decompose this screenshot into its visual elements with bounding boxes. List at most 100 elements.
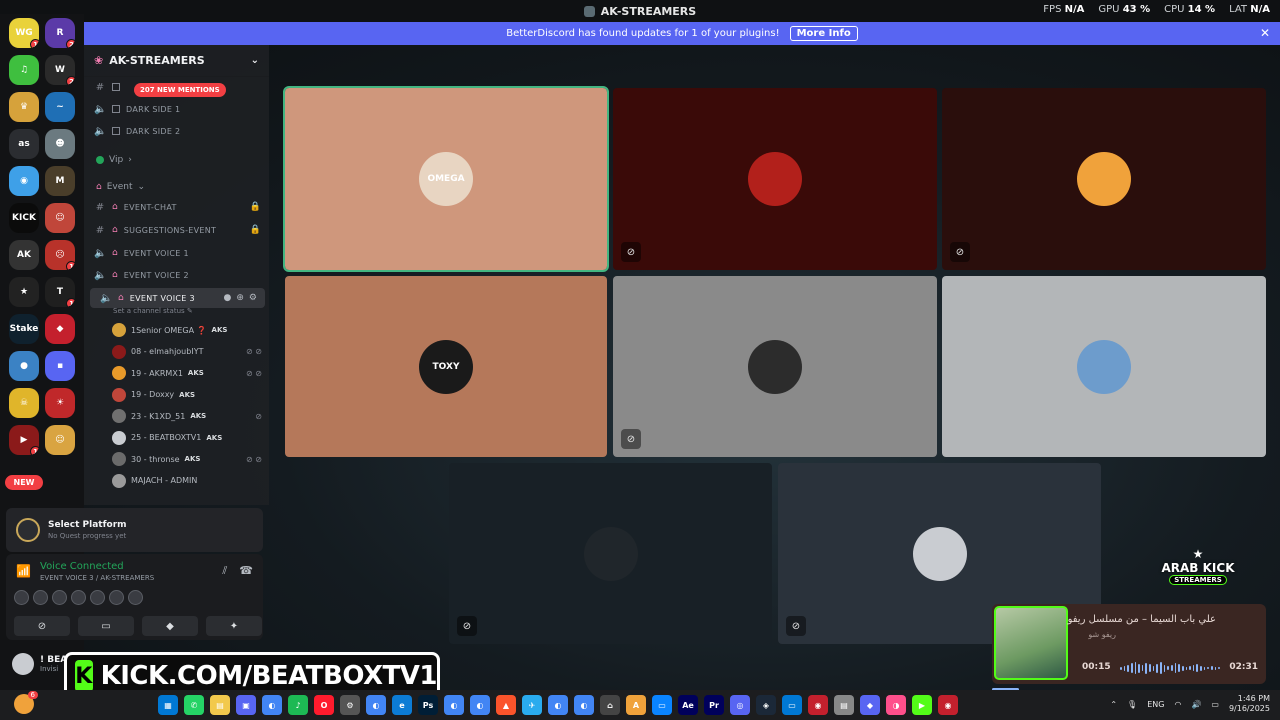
language-indicator[interactable]: ENG (1147, 700, 1164, 709)
activities-button[interactable]: ◆ (142, 616, 198, 636)
taskbar-app-icon[interactable]: ⌂ (600, 695, 620, 715)
taskbar-app-icon[interactable]: ▤ (210, 695, 230, 715)
audio-waveform[interactable] (1120, 662, 1220, 674)
microphone-icon[interactable]: 🎙 (1127, 700, 1137, 709)
server-icon[interactable]: ◉ (9, 166, 39, 196)
voice-user[interactable]: 19 - AKRMX1 AKS ⊘ ⊘ (112, 364, 262, 382)
voice-user[interactable]: 25 - BEATBOXTV1 AKS (112, 429, 262, 447)
taskbar-app-icon[interactable]: ◐ (470, 695, 490, 715)
channel-dark-side-2[interactable]: 🔈 DARK SIDE 2 (84, 121, 269, 141)
taskbar-app-icon[interactable]: O (314, 695, 334, 715)
channel-event-voice-1[interactable]: 🔈 ⌂ EVENT VOICE 1 (84, 243, 269, 263)
participant-tile[interactable]: TOXY (285, 276, 607, 457)
server-header[interactable]: ❀ AK-STREAMERS ⌄ (84, 45, 269, 77)
taskbar-app-icon[interactable]: e (392, 695, 412, 715)
category-event[interactable]: ⌂ Event ⌄ (96, 182, 145, 192)
server-icon[interactable]: M (45, 166, 75, 196)
channel-dark-side-1[interactable]: 🔈 DARK SIDE 1 (84, 99, 269, 119)
clock[interactable]: 1:46 PM 9/16/2025 (1229, 694, 1270, 714)
participant-tile[interactable]: ⊘ (449, 463, 772, 644)
participant-tile[interactable]: ⊘ (942, 88, 1266, 270)
voice-user[interactable]: 1Senior OMEGA ❓ AKS (112, 321, 262, 339)
taskbar-app-icon[interactable]: ◐ (444, 695, 464, 715)
participant-tile[interactable]: ⊘ (613, 276, 937, 457)
quest-card[interactable]: Select Platform No Quest progress yet (6, 508, 263, 552)
server-icon[interactable]: ☺ (45, 203, 75, 233)
server-icon[interactable]: ◆ (45, 314, 75, 344)
taskbar-app-icon[interactable]: Ps (418, 695, 438, 715)
voice-user[interactable]: MAJACH - ADMIN (112, 472, 262, 490)
more-info-button[interactable]: More Info (789, 26, 858, 41)
noise-suppression-icon[interactable]: ⫽ (222, 564, 227, 578)
voice-user[interactable]: 08 - elmahjoubIYT ⊘ ⊘ (112, 343, 262, 361)
server-icon[interactable]: Stake (9, 314, 39, 344)
volume-icon[interactable]: 🔊 (1191, 700, 1201, 709)
banner-close-icon[interactable]: ✕ (1260, 26, 1270, 40)
server-icon[interactable]: ☻ (45, 129, 75, 159)
avatar[interactable] (52, 590, 67, 605)
taskbar-app-icon[interactable]: ◐ (366, 695, 386, 715)
battery-icon[interactable]: ▭ (1211, 700, 1219, 709)
wifi-icon[interactable]: ◠ (1174, 700, 1181, 709)
server-icon[interactable]: WG 1 (9, 18, 39, 48)
category-vip[interactable]: Vip › (96, 155, 132, 165)
taskbar-app-icon[interactable]: ▭ (652, 695, 672, 715)
server-icon[interactable]: T1 (45, 277, 75, 307)
avatar[interactable] (90, 590, 105, 605)
weather-icon[interactable]: 6 (14, 691, 38, 714)
taskbar-app-icon[interactable]: ▲ (496, 695, 516, 715)
taskbar-app-icon[interactable]: ◎ (730, 695, 750, 715)
avatar[interactable] (33, 590, 48, 605)
channel-event-voice-2[interactable]: 🔈 ⌂ EVENT VOICE 2 (84, 265, 269, 285)
voice-status[interactable]: Voice Connected (40, 561, 124, 572)
server-icon[interactable]: AK (9, 240, 39, 270)
taskbar-app-icon[interactable]: A (626, 695, 646, 715)
taskbar-app-icon[interactable]: ◈ (756, 695, 776, 715)
avatar[interactable] (12, 653, 34, 675)
invite-icon[interactable]: ⊕ (236, 293, 244, 303)
voice-user[interactable]: 19 - Doxxy AKS (112, 386, 262, 404)
server-icon[interactable]: ★ (9, 277, 39, 307)
taskbar-app-icon[interactable]: ▭ (782, 695, 802, 715)
server-icon[interactable]: ☹ 1 (45, 240, 75, 270)
taskbar-app-icon[interactable]: ◐ (548, 695, 568, 715)
taskbar-app-icon[interactable]: ◑ (886, 695, 906, 715)
avatar[interactable] (14, 590, 29, 605)
avatar[interactable] (71, 590, 86, 605)
server-icon[interactable]: ☠ (9, 388, 39, 418)
new-mentions-badge[interactable]: 207 NEW MENTIONS (134, 83, 226, 97)
avatar[interactable] (128, 590, 143, 605)
server-icon[interactable]: ● (9, 351, 39, 381)
taskbar-app-icon[interactable]: ✆ (184, 695, 204, 715)
chevron-up-icon[interactable]: ⌃ (1110, 700, 1117, 709)
participant-tile[interactable] (942, 276, 1266, 457)
server-icon[interactable]: ~ (45, 92, 75, 122)
server-icon[interactable]: ♫ (9, 55, 39, 85)
share-screen-button[interactable]: ▭ (78, 616, 134, 636)
taskbar-app-icon[interactable]: ◐ (262, 695, 282, 715)
server-icon[interactable]: ▶ 1 (9, 425, 39, 455)
channel-suggestions-event[interactable]: # ⌂ SUGGESTIONS-EVENT 🔒 (84, 220, 269, 240)
server-icon[interactable]: W2 (45, 55, 75, 85)
taskbar-app-icon[interactable]: ✈ (522, 695, 542, 715)
server-icon[interactable]: ▪ (45, 351, 75, 381)
set-channel-status[interactable]: Set a channel status ✎ (113, 307, 193, 315)
album-cover[interactable] (994, 606, 1068, 680)
participant-tile[interactable]: OMEGA (283, 86, 609, 272)
signal-icon[interactable]: 📶 (16, 564, 31, 578)
server-icon[interactable]: R2 (45, 18, 75, 48)
server-icon[interactable]: ♛ (9, 92, 39, 122)
server-icon[interactable]: KICK (9, 203, 39, 233)
voice-channel-path[interactable]: EVENT VOICE 3 / AK-STREAMERS (40, 574, 154, 582)
chat-bubble-icon[interactable]: ● (224, 293, 232, 303)
taskbar-app-icon[interactable]: Ae (678, 695, 698, 715)
server-icon[interactable]: ☀ (45, 388, 75, 418)
gear-icon[interactable]: ⚙ (249, 293, 257, 303)
taskbar-app-icon[interactable]: ⚙ (340, 695, 360, 715)
taskbar-app-icon[interactable]: ◆ (860, 695, 880, 715)
voice-user[interactable]: 30 - thronse AKS ⊘ ⊘ (112, 450, 262, 468)
taskbar-app-icon[interactable]: ◉ (938, 695, 958, 715)
soundboard-button[interactable]: ✦ (206, 616, 262, 636)
server-icon[interactable]: ☺ (45, 425, 75, 455)
disconnect-icon[interactable]: ☎ (239, 564, 253, 578)
